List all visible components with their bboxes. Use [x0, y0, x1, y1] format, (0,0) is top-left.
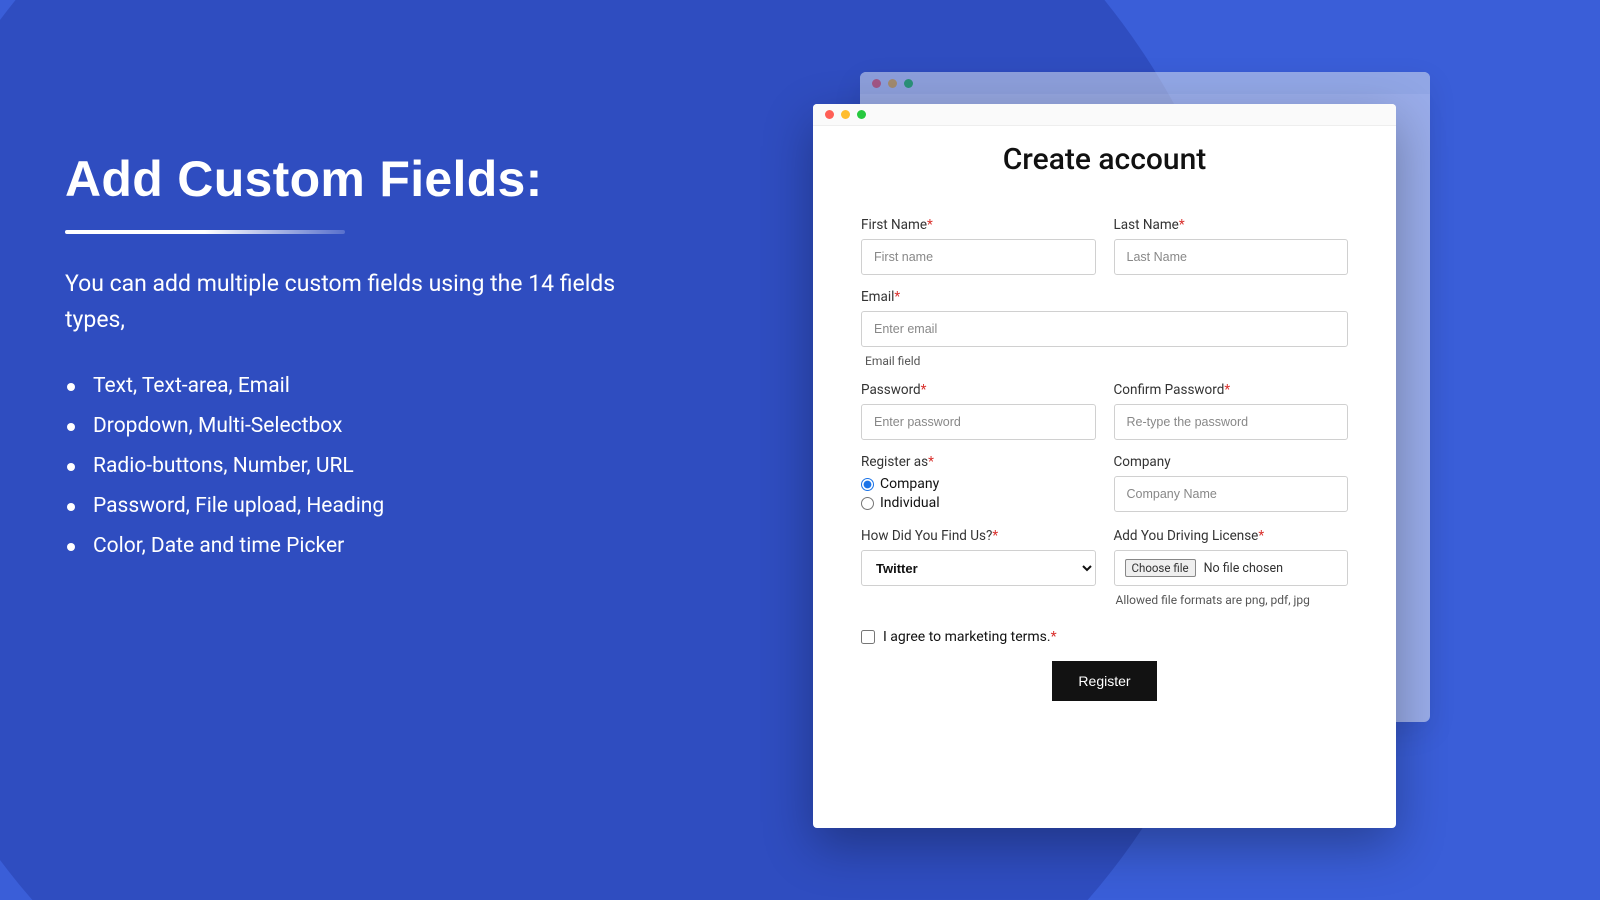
file-status: No file chosen [1204, 561, 1283, 576]
hero-panel: Add Custom Fields: You can add multiple … [65, 150, 665, 567]
password-label: Password* [861, 382, 1096, 398]
hero-divider [65, 230, 345, 234]
foreground-window: Create account First Name* Last Name* Em… [813, 104, 1396, 828]
minimize-icon[interactable] [841, 110, 850, 119]
register-as-company-option[interactable]: Company [861, 476, 1096, 492]
hero-bullet: Text, Text-area, Email [65, 367, 665, 407]
license-hint: Allowed file formats are png, pdf, jpg [1114, 593, 1349, 607]
close-icon [872, 79, 881, 88]
minimize-icon [888, 79, 897, 88]
license-file-input[interactable]: Choose file No file chosen [1114, 550, 1349, 586]
close-icon[interactable] [825, 110, 834, 119]
form-title: Create account [813, 142, 1396, 177]
terms-label: I agree to marketing terms.* [883, 629, 1057, 645]
maximize-icon[interactable] [857, 110, 866, 119]
email-input[interactable] [861, 311, 1348, 347]
register-as-individual-option[interactable]: Individual [861, 495, 1096, 511]
register-as-company-radio[interactable] [861, 478, 874, 491]
company-label: Company [1114, 454, 1349, 470]
hero-bullet: Dropdown, Multi-Selectbox [65, 407, 665, 447]
last-name-label: Last Name* [1114, 217, 1349, 233]
terms-checkbox[interactable] [861, 630, 875, 644]
hero-bullet: Password, File upload, Heading [65, 487, 665, 527]
company-input[interactable] [1114, 476, 1349, 512]
register-as-individual-radio[interactable] [861, 497, 874, 510]
register-as-group: Company Individual [861, 476, 1096, 511]
email-hint: Email field [861, 354, 1348, 368]
first-name-label: First Name* [861, 217, 1096, 233]
confirm-password-label: Confirm Password* [1114, 382, 1349, 398]
find-us-select[interactable]: Twitter [861, 550, 1096, 586]
confirm-password-input[interactable] [1114, 404, 1349, 440]
license-label: Add You Driving License* [1114, 528, 1349, 544]
email-label: Email* [861, 289, 1348, 305]
window-chrome [813, 104, 1396, 126]
password-input[interactable] [861, 404, 1096, 440]
window-chrome [860, 72, 1430, 94]
find-us-label: How Did You Find Us?* [861, 528, 1096, 544]
first-name-input[interactable] [861, 239, 1096, 275]
hero-title: Add Custom Fields: [65, 150, 665, 208]
hero-bullet: Radio-buttons, Number, URL [65, 447, 665, 487]
register-as-label: Register as* [861, 454, 1096, 470]
last-name-input[interactable] [1114, 239, 1349, 275]
registration-form: First Name* Last Name* Email* Email fiel… [813, 217, 1396, 721]
hero-bullet-list: Text, Text-area, Email Dropdown, Multi-S… [65, 367, 665, 566]
choose-file-button[interactable]: Choose file [1125, 559, 1196, 577]
maximize-icon [904, 79, 913, 88]
hero-bullet: Color, Date and time Picker [65, 527, 665, 567]
terms-row[interactable]: I agree to marketing terms.* [861, 629, 1348, 645]
register-button[interactable]: Register [1052, 661, 1156, 701]
hero-description: You can add multiple custom fields using… [65, 266, 665, 337]
